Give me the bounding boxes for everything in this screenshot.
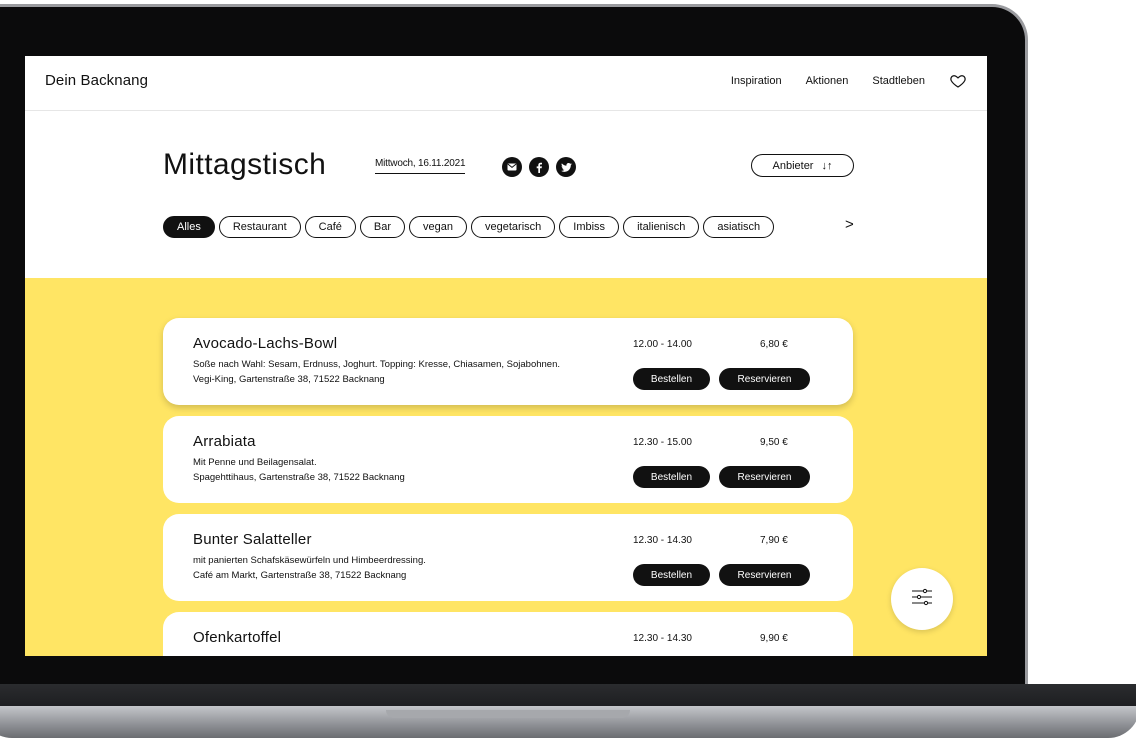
filter-chips: Alles Restaurant Café Bar vegan vegetarisch Im…: [163, 216, 823, 242]
meal-title: Ofenkartoffel: [193, 629, 282, 646]
meal-address: Vegi-King, Gartenstraße 38, 71522 Backna…: [193, 374, 385, 385]
meal-title: Bunter Salatteller: [193, 531, 312, 548]
social-links: [502, 157, 583, 177]
heart-icon[interactable]: [949, 72, 967, 90]
meal-list-area: Avocado-Lachs-Bowl Soße nach Wahl: Sesam…: [25, 278, 987, 656]
meal-address: Café am Markt, Gartenstraße 38, 71522 Ba…: [193, 570, 407, 581]
date-picker[interactable]: Mittwoch, 16.11.2021: [375, 158, 466, 174]
meal-title: Arrabiata: [193, 433, 256, 450]
chip-cafe[interactable]: Café: [304, 216, 356, 238]
chip-italienisch[interactable]: italienisch: [623, 216, 700, 238]
nav-stadtleben[interactable]: Stadtleben: [872, 72, 925, 90]
filter-sliders-icon: [911, 588, 933, 611]
chevron-right-icon[interactable]: >: [845, 216, 854, 233]
order-button[interactable]: Bestellen: [633, 368, 710, 390]
page-header: Mittagstisch Mittwoch, 16.11.2021 Anbiet…: [25, 112, 987, 278]
chip-imbiss[interactable]: Imbiss: [559, 216, 620, 238]
meal-card[interactable]: Arrabiata Mit Penne und Beilagensalat. S…: [163, 416, 853, 503]
facebook-icon[interactable]: [529, 157, 549, 177]
brand-logo[interactable]: Dein Backnang: [45, 72, 148, 89]
browser-screen: Dein Backnang Inspiration Aktionen Stadt…: [25, 56, 987, 656]
meal-time: 12.30 - 15.00: [633, 437, 692, 448]
meal-price: 6,80 €: [760, 339, 788, 350]
top-navigation: Dein Backnang Inspiration Aktionen Stadt…: [25, 56, 987, 111]
sort-arrows-icon: ↓↑: [821, 159, 833, 172]
nav-aktionen[interactable]: Aktionen: [806, 72, 849, 90]
meal-price: 9,50 €: [760, 437, 788, 448]
meal-card[interactable]: Bunter Salatteller mit panierten Schafsk…: [163, 514, 853, 601]
meal-card[interactable]: Avocado-Lachs-Bowl Soße nach Wahl: Sesam…: [163, 318, 853, 405]
chip-asiatisch[interactable]: asiatisch: [703, 216, 775, 238]
reserve-button[interactable]: Reservieren: [719, 466, 810, 488]
meal-card[interactable]: Ofenkartoffel 12.30 - 14.30 9,90 €: [163, 612, 853, 656]
meal-price: 9,90 €: [760, 633, 788, 644]
twitter-icon[interactable]: [556, 157, 576, 177]
meal-title: Avocado-Lachs-Bowl: [193, 335, 338, 352]
reserve-button[interactable]: Reservieren: [719, 564, 810, 586]
meal-description: Mit Penne und Beilagensalat.: [193, 457, 317, 468]
reserve-button[interactable]: Reservieren: [719, 368, 810, 390]
sort-button[interactable]: Anbieter ↓↑: [751, 154, 854, 177]
page-title: Mittagstisch: [163, 148, 327, 181]
meal-description: Soße nach Wahl: Sesam, Erdnuss, Joghurt.…: [193, 359, 561, 370]
sort-label: Anbieter: [772, 159, 814, 172]
nav-inspiration[interactable]: Inspiration: [731, 72, 782, 90]
chip-vegetarisch[interactable]: vegetarisch: [471, 216, 556, 238]
chip-restaurant[interactable]: Restaurant: [218, 216, 301, 238]
filter-fab-button[interactable]: [891, 568, 953, 630]
meal-time: 12.30 - 14.30: [633, 633, 692, 644]
chip-bar[interactable]: Bar: [359, 216, 406, 238]
order-button[interactable]: Bestellen: [633, 564, 710, 586]
meal-time: 12.30 - 14.30: [633, 535, 692, 546]
chip-alles[interactable]: Alles: [163, 216, 215, 238]
meal-address: Spagehttihaus, Gartenstraße 38, 71522 Ba…: [193, 472, 405, 483]
meal-price: 7,90 €: [760, 535, 788, 546]
laptop-notch: [386, 710, 630, 718]
chip-fade-overlay: [775, 212, 835, 242]
meal-description: mit panierten Schafskäsewürfeln und Himb…: [193, 555, 426, 566]
mail-icon[interactable]: [502, 157, 522, 177]
main-nav: Inspiration Aktionen Stadtleben: [707, 72, 967, 90]
meal-time: 12.00 - 14.00: [633, 339, 692, 350]
order-button[interactable]: Bestellen: [633, 466, 710, 488]
chip-vegan[interactable]: vegan: [409, 216, 468, 238]
